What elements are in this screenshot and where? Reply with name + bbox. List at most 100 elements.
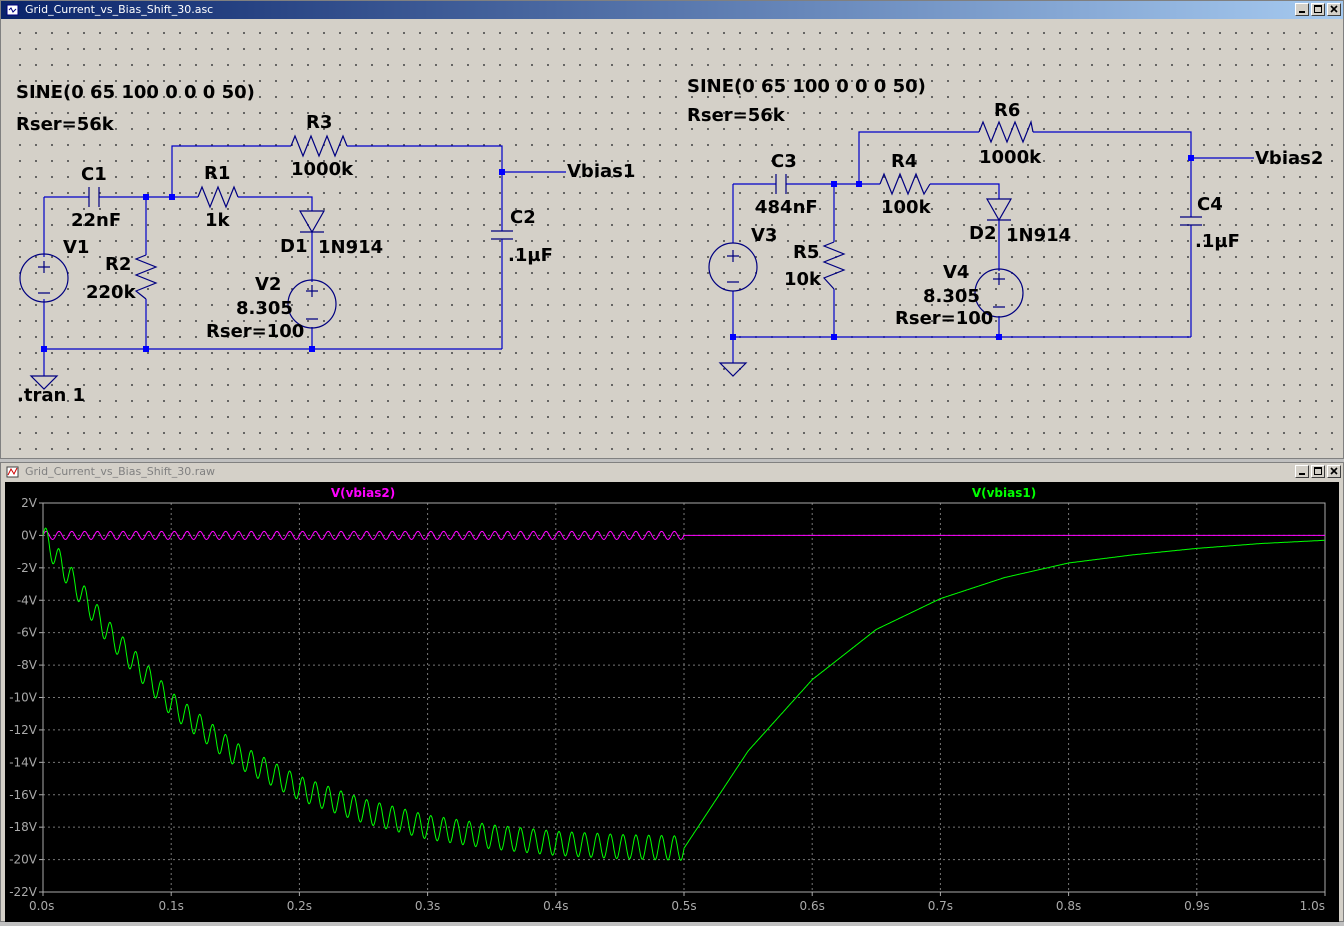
waveform-chart[interactable]: 2V 0V -2V -4V -6V -8V -10V -12V -14V -16V -18V -20V… [5,482,1339,922]
maximize-icon [1314,467,1322,475]
c3-capacitor-symbol [775,174,787,194]
minimize-button[interactable] [1295,3,1309,16]
schematic-doc-icon [6,4,19,16]
plot-window-title: Grid_Current_vs_Bias_Shift_30.raw [25,465,215,478]
v3-source-spec: SINE(0 65 100 0 0 0 50) [687,76,926,97]
c3-label: C3 [771,151,797,172]
r6-value: 1000k [979,147,1042,168]
x-tick-label: 0.4s [543,899,568,913]
y-tick-label: -4V [17,593,38,607]
y-axis-ticks: 2V 0V -2V -4V -6V -8V -10V -12V -14V -16V -18V -20V… [9,496,43,899]
r5-resistor-symbol [822,241,846,290]
y-tick-label: 0V [21,528,38,542]
x-tick-label: 1.0s [1300,899,1325,913]
r1-resistor-symbol [197,185,239,209]
y-tick-label: -2V [17,561,38,575]
d1-value: 1N914 [318,237,383,258]
legend-label-vvbias1[interactable]: V(vbias1) [972,486,1036,500]
y-tick-label: -22V [9,885,38,899]
v3-rser: Rser=56k [687,105,786,126]
c1-label: C1 [81,164,107,185]
close-icon [1330,467,1338,475]
x-axis-ticks: 0.0s 0.1s 0.2s 0.3s 0.4s 0.5s 0.6s 0.7s 0.8s 0.9s… [29,892,1326,913]
circuit1-labels: SINE(0 65 100 0 0 0 50) Rser=56k C1 22nF… [16,82,635,406]
x-tick-label: 0.8s [1056,899,1081,913]
chart-grid [42,502,1326,893]
c2-value: .1µF [508,245,553,266]
plot-title-bar[interactable]: Grid_Current_vs_Bias_Shift_30.raw [1,463,1343,481]
c4-value: .1µF [1195,231,1240,252]
y-tick-label: -6V [17,626,38,640]
d2-label: D2 [969,223,996,244]
c2-label: C2 [510,207,536,228]
v3-label: V3 [751,225,777,246]
plot-minimize-button[interactable] [1295,465,1309,478]
r6-resistor-symbol [978,119,1034,144]
v4-rser: Rser=100 [895,308,993,329]
y-tick-label: -16V [9,788,38,802]
chart-legend[interactable]: V(vbias2) V(vbias1) [331,486,1036,500]
d1-diode-symbol [298,210,326,234]
schematic-title-bar[interactable]: Grid_Current_vs_Bias_Shift_30.asc [1,1,1343,19]
x-tick-label: 0.9s [1184,899,1209,913]
y-tick-label: -10V [9,691,38,705]
d2-diode-symbol [985,198,1013,222]
minimize-icon [1299,11,1305,13]
close-icon [1330,5,1338,13]
plot-close-button[interactable] [1327,465,1341,478]
tran-directive: .tran 1 [17,385,85,406]
r5-label: R5 [793,242,819,263]
schematic-drawing[interactable]: SINE(0 65 100 0 0 0 50) Rser=56k C1 22nF… [9,22,1341,454]
schematic-canvas[interactable]: SINE(0 65 100 0 0 0 50) Rser=56k C1 22nF… [9,22,1341,454]
x-tick-label: 0.3s [415,899,440,913]
y-tick-label: -8V [17,658,38,672]
c3-value: 484nF [755,197,818,218]
v1-label: V1 [63,237,89,258]
maximize-button[interactable] [1311,3,1325,16]
r2-resistor-symbol [134,254,158,300]
v2-value: 8.305 [236,298,293,319]
x-tick-label: 0.7s [928,899,953,913]
r4-value: 100k [881,197,932,218]
v4-label: V4 [943,262,969,283]
r1-label: R1 [204,163,230,184]
schematic-window[interactable]: Grid_Current_vs_Bias_Shift_30.asc SINE(0… [0,0,1344,459]
x-tick-label: 0.1s [159,899,184,913]
r3-label: R3 [306,112,332,133]
y-tick-label: -20V [9,853,38,867]
plot-maximize-button[interactable] [1311,465,1325,478]
v1-rser: Rser=56k [16,114,115,135]
d1-label: D1 [280,236,307,257]
r3-value: 1000k [291,159,354,180]
x-tick-label: 0.2s [287,899,312,913]
c2-capacitor-symbol [491,230,513,240]
minimize-icon [1299,473,1305,475]
d2-value: 1N914 [1006,225,1071,246]
c1-value: 22nF [71,210,121,231]
circuit2-labels: SINE(0 65 100 0 0 0 50) Rser=56k C3 484n… [687,76,1323,329]
r5-value: 10k [784,269,822,290]
y-tick-label: -14V [9,755,38,769]
legend-label-vvbias2[interactable]: V(vbias2) [331,486,395,500]
c4-capacitor-symbol [1180,216,1202,226]
close-button[interactable] [1327,3,1341,16]
vbias1-net-label: Vbias1 [567,161,635,182]
v2-label: V2 [255,274,281,295]
x-tick-label: 0.0s [29,899,54,913]
plot-window[interactable]: Grid_Current_vs_Bias_Shift_30.raw 2V 0V -2… [0,462,1344,922]
y-tick-label: -12V [9,723,38,737]
r4-label: R4 [891,151,917,172]
r2-value: 220k [86,282,137,303]
c1-capacitor-symbol [88,187,100,207]
maximize-icon [1314,5,1322,13]
r4-resistor-symbol [879,172,931,196]
waveform-plot-pane[interactable]: 2V 0V -2V -4V -6V -8V -10V -12V -14V -16V -18V -20V… [5,482,1339,922]
r6-label: R6 [994,100,1020,121]
v4-value: 8.305 [923,286,980,307]
ground-symbol-2 [718,362,748,377]
r1-value: 1k [205,210,231,231]
y-tick-label: 2V [21,496,38,510]
x-tick-label: 0.5s [671,899,696,913]
r2-label: R2 [105,254,131,275]
y-tick-label: -18V [9,820,38,834]
